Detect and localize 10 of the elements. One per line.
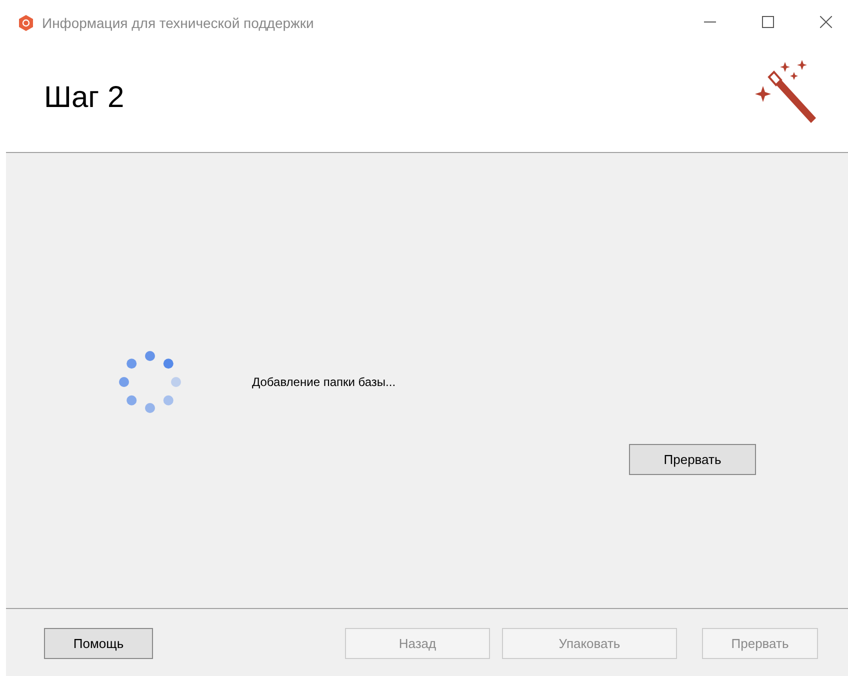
app-icon [18, 15, 34, 31]
help-button[interactable]: Помощь [44, 628, 153, 659]
step-heading: Шаг 2 [44, 81, 124, 115]
status-message: Добавление папки базы... [252, 375, 396, 389]
abort-button[interactable]: Прервать [629, 444, 756, 475]
magic-wand-icon [754, 60, 818, 124]
close-icon[interactable] [820, 16, 832, 28]
maximize-icon[interactable] [762, 16, 774, 28]
window-title: Информация для технической поддержки [42, 15, 314, 31]
loading-spinner-icon [118, 350, 182, 414]
